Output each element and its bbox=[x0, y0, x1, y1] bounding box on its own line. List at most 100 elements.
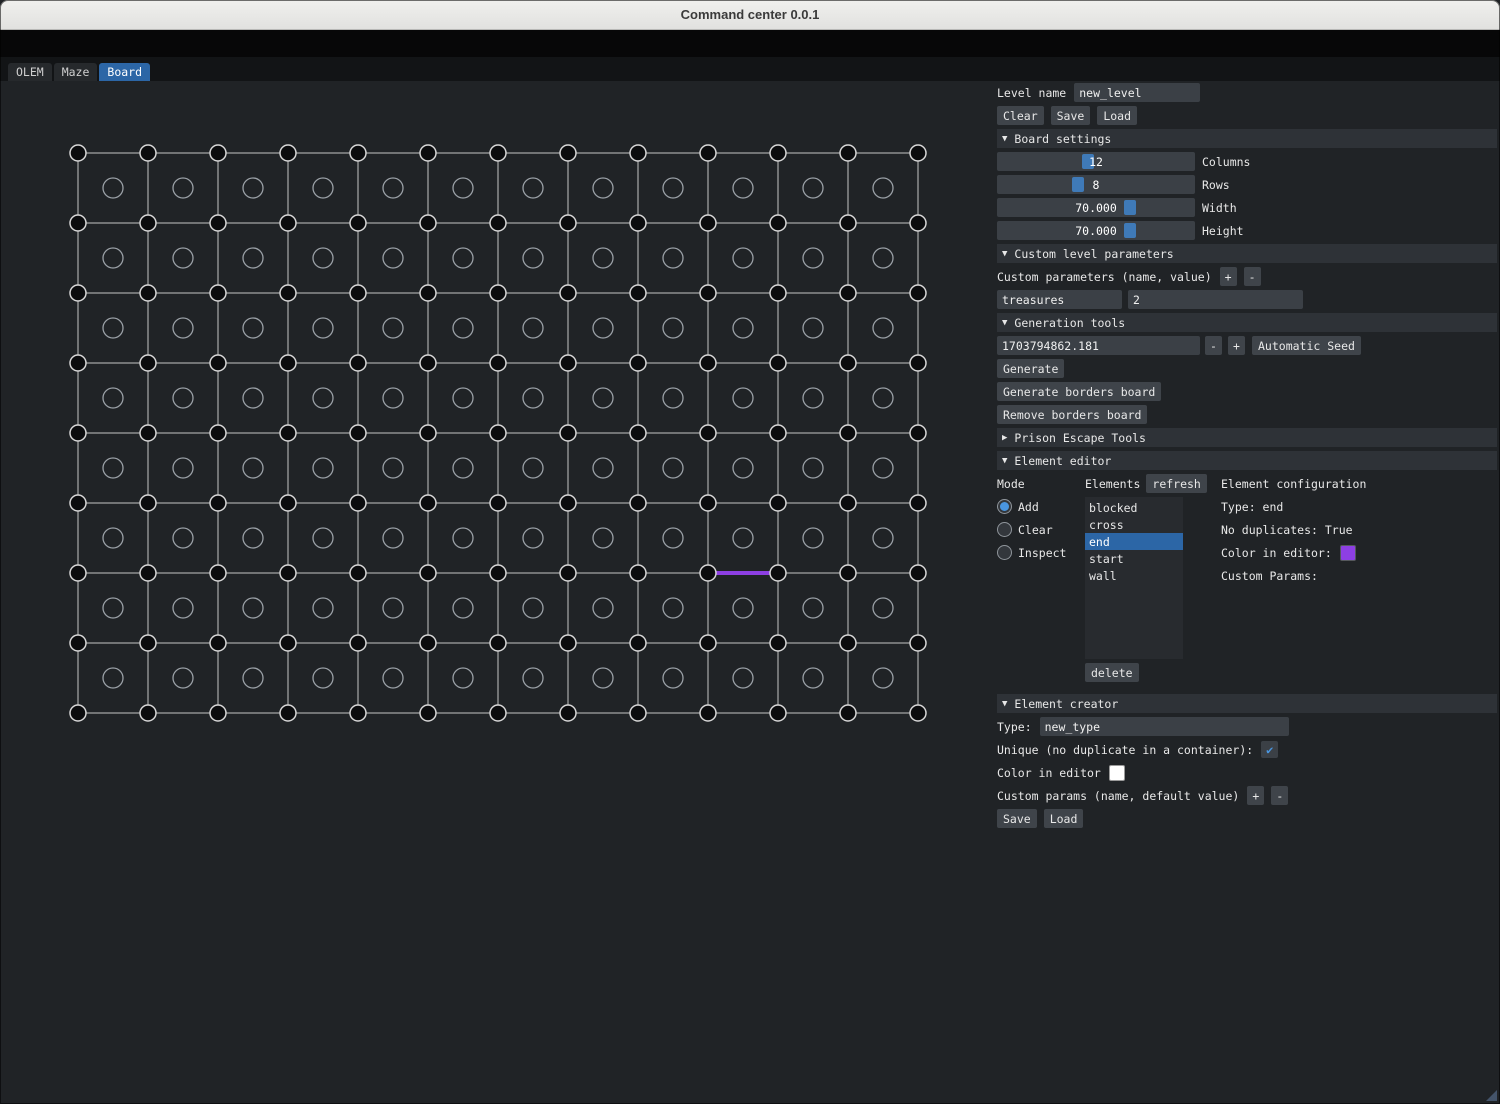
caret-down-icon: ▼ bbox=[1002, 318, 1007, 328]
custom-parameters-label-row: Custom parameters (name, value) + - bbox=[997, 267, 1497, 286]
radio-dot-icon bbox=[1000, 502, 1009, 511]
parameter-name-input[interactable]: treasures bbox=[997, 290, 1122, 309]
remove-parameter-button[interactable]: - bbox=[1244, 267, 1261, 286]
width-value: 70.000 bbox=[997, 198, 1195, 217]
mode-inspect-radio[interactable]: Inspect bbox=[997, 543, 1085, 562]
columns-slider[interactable]: 12 bbox=[997, 152, 1195, 171]
custom-parameters-label: Custom parameters (name, value) bbox=[997, 270, 1212, 284]
element-creator-title: Element creator bbox=[1014, 697, 1118, 711]
element-list[interactable]: blockedcrossendstartwall bbox=[1085, 497, 1183, 659]
board-settings-title: Board settings bbox=[1014, 132, 1111, 146]
automatic-seed-button[interactable]: Automatic Seed bbox=[1252, 336, 1361, 355]
save-button[interactable]: Save bbox=[1051, 106, 1091, 125]
remove-borders-board-button[interactable]: Remove borders board bbox=[997, 405, 1147, 424]
mode-clear-label: Clear bbox=[1018, 523, 1053, 537]
generation-tools-header[interactable]: ▼ Generation tools bbox=[997, 313, 1497, 332]
element-list-item-end[interactable]: end bbox=[1085, 533, 1183, 550]
elements-column: Elements refresh blockedcrossendstartwal… bbox=[1085, 474, 1221, 682]
creator-unique-label: Unique (no duplicate in a container): bbox=[997, 743, 1253, 757]
columns-row: 12 Columns bbox=[997, 152, 1497, 171]
caret-down-icon: ▼ bbox=[1002, 249, 1007, 259]
generate-row: Generate bbox=[997, 359, 1497, 378]
element-color-swatch[interactable] bbox=[1340, 545, 1356, 561]
seed-value: 1703794862.181 bbox=[1002, 339, 1099, 353]
parameter-value-value: 2 bbox=[1133, 293, 1140, 307]
seed-input[interactable]: 1703794862.181 bbox=[997, 336, 1200, 355]
creator-color-row: Color in editor bbox=[997, 763, 1497, 782]
radio-icon bbox=[997, 522, 1012, 537]
width-slider[interactable]: 70.000 bbox=[997, 198, 1195, 217]
creator-add-param-button[interactable]: + bbox=[1247, 786, 1264, 805]
mode-label: Mode bbox=[997, 474, 1085, 493]
delete-button[interactable]: delete bbox=[1085, 663, 1139, 682]
creator-params-row: Custom params (name, default value) + - bbox=[997, 786, 1497, 805]
tab-board[interactable]: Board bbox=[99, 63, 150, 81]
parameter-value-input[interactable]: 2 bbox=[1128, 290, 1303, 309]
elements-header-row: Elements refresh bbox=[1085, 474, 1221, 493]
seed-row: 1703794862.181 - + Automatic Seed bbox=[997, 336, 1497, 355]
generate-borders-board-button[interactable]: Generate borders board bbox=[997, 382, 1161, 401]
creator-file-buttons: Save Load bbox=[997, 809, 1497, 828]
element-list-item-start[interactable]: start bbox=[1085, 550, 1183, 567]
caret-down-icon: ▼ bbox=[1002, 456, 1007, 466]
custom-parameter-row: treasures 2 bbox=[997, 290, 1497, 309]
rows-slider[interactable]: 8 bbox=[997, 175, 1195, 194]
caret-down-icon: ▼ bbox=[1002, 699, 1007, 709]
creator-remove-param-button[interactable]: - bbox=[1271, 786, 1288, 805]
element-editor-header[interactable]: ▼ Element editor bbox=[997, 451, 1497, 470]
main-content: Level name new_level Clear Save Load ▼ B… bbox=[0, 81, 1500, 1104]
creator-unique-row: Unique (no duplicate in a container): ✔ bbox=[997, 740, 1497, 759]
radio-icon bbox=[997, 499, 1012, 514]
element-editor-body: Mode Add Clear Inspect Elements refresh bbox=[997, 474, 1497, 682]
mode-clear-radio[interactable]: Clear bbox=[997, 520, 1085, 539]
resize-grip-icon[interactable] bbox=[1486, 1090, 1497, 1101]
prison-escape-tools-header[interactable]: ▶ Prison Escape Tools bbox=[997, 428, 1497, 447]
seed-decrement-button[interactable]: - bbox=[1205, 336, 1222, 355]
tab-maze[interactable]: Maze bbox=[54, 63, 98, 81]
level-name-row: Level name new_level bbox=[997, 83, 1497, 102]
parameter-name-value: treasures bbox=[1002, 293, 1064, 307]
element-list-item-cross[interactable]: cross bbox=[1085, 516, 1183, 533]
tab-bar: OLEM Maze Board bbox=[0, 57, 1500, 81]
mode-add-radio[interactable]: Add bbox=[997, 497, 1085, 516]
custom-level-parameters-header[interactable]: ▼ Custom level parameters bbox=[997, 244, 1497, 263]
element-creator-header[interactable]: ▼ Element creator bbox=[997, 694, 1497, 713]
element-custom-params-text: Custom Params: bbox=[1221, 566, 1497, 585]
creator-save-button[interactable]: Save bbox=[997, 809, 1037, 828]
element-type-text: Type: end bbox=[1221, 497, 1497, 516]
settings-panel: Level name new_level Clear Save Load ▼ B… bbox=[997, 83, 1497, 832]
mode-column: Mode Add Clear Inspect bbox=[997, 474, 1085, 682]
clear-button[interactable]: Clear bbox=[997, 106, 1044, 125]
elements-label: Elements bbox=[1085, 477, 1140, 491]
level-name-input[interactable]: new_level bbox=[1074, 83, 1200, 102]
refresh-button[interactable]: refresh bbox=[1146, 474, 1206, 493]
board-settings-header[interactable]: ▼ Board settings bbox=[997, 129, 1497, 148]
level-name-value: new_level bbox=[1079, 86, 1141, 100]
board-canvas[interactable] bbox=[0, 81, 960, 826]
tab-olem[interactable]: OLEM bbox=[8, 63, 52, 81]
creator-type-label: Type: bbox=[997, 720, 1032, 734]
unique-checkbox[interactable]: ✔ bbox=[1261, 741, 1278, 758]
seed-increment-button[interactable]: + bbox=[1228, 336, 1245, 355]
window-titlebar[interactable]: Command center 0.0.1 bbox=[0, 0, 1500, 30]
prison-escape-tools-title: Prison Escape Tools bbox=[1014, 431, 1146, 445]
element-list-item-wall[interactable]: wall bbox=[1085, 567, 1183, 584]
element-color-label: Color in editor: bbox=[1221, 546, 1332, 560]
generate-borders-row: Generate borders board bbox=[997, 382, 1497, 401]
load-button[interactable]: Load bbox=[1097, 106, 1137, 125]
mode-add-label: Add bbox=[1018, 500, 1039, 514]
creator-color-swatch[interactable] bbox=[1109, 765, 1125, 781]
creator-color-label: Color in editor bbox=[997, 766, 1101, 780]
generation-tools-title: Generation tools bbox=[1014, 316, 1125, 330]
caret-down-icon: ▼ bbox=[1002, 134, 1007, 144]
height-label: Height bbox=[1202, 224, 1244, 238]
generate-button[interactable]: Generate bbox=[997, 359, 1064, 378]
height-slider[interactable]: 70.000 bbox=[997, 221, 1195, 240]
creator-load-button[interactable]: Load bbox=[1044, 809, 1084, 828]
mode-inspect-label: Inspect bbox=[1018, 546, 1066, 560]
add-parameter-button[interactable]: + bbox=[1220, 267, 1237, 286]
element-color-row: Color in editor: bbox=[1221, 543, 1497, 562]
element-list-item-blocked[interactable]: blocked bbox=[1085, 499, 1183, 516]
creator-type-input[interactable]: new_type bbox=[1040, 717, 1289, 736]
check-icon: ✔ bbox=[1266, 744, 1273, 756]
